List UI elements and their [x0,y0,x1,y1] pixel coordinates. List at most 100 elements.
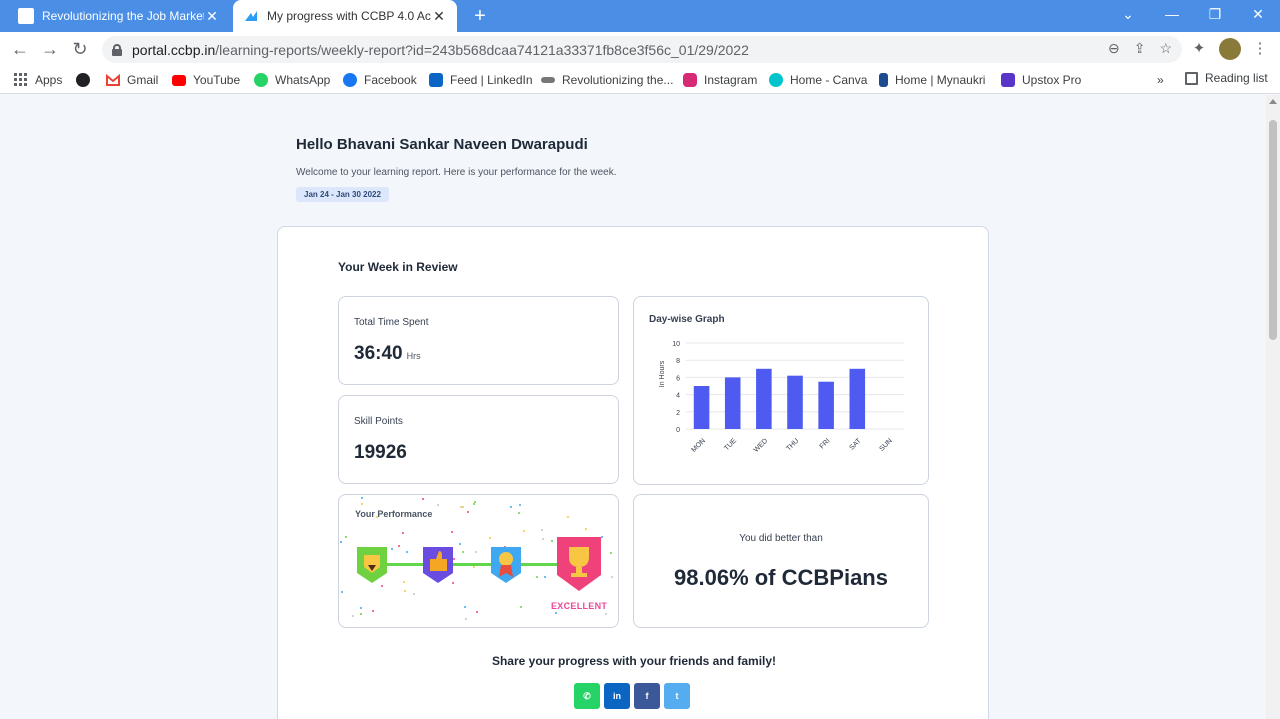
scroll-up-arrow-icon[interactable] [1269,99,1277,104]
bookmark-revolutionizing[interactable]: Revolutionizing the... [541,71,673,89]
scrollbar-thumb[interactable] [1269,120,1277,340]
day-wise-bar-chart: 0 2 4 6 8 10 In Hours MON TUE WED THU FRI SAT SUN [659,341,904,454]
confetti-dot [473,503,475,505]
close-icon[interactable]: ✕ [431,8,447,25]
extensions-puzzle-icon[interactable]: ✦ [1188,38,1210,60]
bookmark-canva[interactable]: Home - Canva [769,71,867,89]
confetti-dot [536,576,538,578]
reading-list-button[interactable]: Reading list [1185,71,1268,85]
confetti-dot [465,618,467,620]
confetti-dot [464,606,466,608]
url-text[interactable]: portal.ccbp.in/learning-reports/weekly-r… [132,42,749,58]
y-tick-label: 4 [676,393,680,400]
y-tick-label: 8 [676,358,680,365]
whatsapp-icon: ✆ [583,691,591,701]
better-than-card: You did better than 98.06% of CCBPians [633,494,929,628]
page-scrollbar[interactable] [1266,95,1280,719]
confetti-dot [523,530,525,532]
minimize-button[interactable]: — [1150,0,1194,28]
confetti-dot [345,536,347,538]
share-twitter-button[interactable]: t [664,683,690,709]
bookmark-label: Gmail [127,73,159,87]
greeting-heading: Hello Bhavani Sankar Naveen Dwarapudi [296,136,588,153]
weekly-report-card: Your Week in Review Total Time Spent 36:… [277,226,989,719]
performance-title: Your Performance [355,509,433,519]
total-time-value: 36:40 Hrs [354,343,421,365]
share-icon[interactable]: ⇪ [1134,40,1146,57]
performance-card: Your Performance EXCELLENT [338,494,619,628]
bookmark-label: Feed | LinkedIn [450,73,533,87]
bar-fri [818,381,834,429]
tab-title: My progress with CCBP 4.0 Acad [267,9,431,23]
bookmark-instagram[interactable]: Instagram [683,71,757,89]
week-review-title: Your Week in Review [338,260,458,274]
confetti-dot [360,613,362,615]
close-window-button[interactable]: ✕ [1236,0,1280,28]
confetti-dot [459,543,461,545]
date-range-badge: Jan 24 - Jan 30 2022 [296,187,389,202]
bookmark-star-icon[interactable]: ☆ [1159,40,1172,57]
new-tab-button[interactable]: + [468,4,492,28]
address-bar[interactable]: portal.ccbp.in/learning-reports/weekly-r… [102,36,1182,63]
close-icon[interactable]: ✕ [204,8,220,25]
confetti-dot [413,593,415,595]
bookmark-linkedin[interactable]: Feed | LinkedIn [429,71,533,89]
reload-button[interactable]: ↻ [68,37,92,61]
facebook-icon: f [645,691,649,701]
url-host: portal.ccbp.in [132,41,216,58]
tab-search-icon[interactable]: ⌄ [1106,0,1150,28]
bookmark-label: YouTube [193,73,241,87]
nxtwave-icon [541,77,555,83]
x-tick-label: SAT [848,437,863,452]
share-facebook-button[interactable]: f [634,683,660,709]
confetti-dot [489,537,491,539]
canva-icon [769,73,783,87]
bookmark-gmail[interactable]: Gmail [106,71,158,89]
whatsapp-icon [254,73,268,87]
tab-revolutionizing[interactable]: Revolutionizing the Job Market | ✕ [8,0,230,32]
medal-badge-icon [489,545,523,590]
bookmark-label: Home - Canva [790,73,868,87]
confetti-dot [605,613,607,615]
confetti-dot [542,538,544,540]
trophy-badge-icon [555,535,603,598]
apps-grid-icon [14,73,28,87]
forward-button[interactable]: → [38,37,62,61]
share-whatsapp-button[interactable]: ✆ [574,683,600,709]
nxtwave-icon [18,8,34,24]
share-linkedin-button[interactable]: in [604,683,630,709]
bookmark-mynaukri[interactable]: Home | Mynaukri [879,71,985,89]
graph-title: Day-wise Graph [649,314,725,325]
confetti-dot [518,512,520,514]
zoom-icon[interactable]: ⊖ [1108,40,1120,57]
confetti-dot [585,528,587,530]
menu-kebab-icon[interactable]: ⋮ [1249,38,1271,60]
confetti-dot [360,607,362,609]
x-tick-label: WED [753,437,770,454]
confetti-dot [611,576,613,578]
youtube-icon [172,74,186,86]
bookmark-whatsapp[interactable]: WhatsApp [254,71,330,89]
bookmark-apps[interactable]: Apps [14,71,62,89]
bookmark-upstox[interactable]: Upstox Pro [1001,71,1081,89]
bookmark-globe[interactable] [76,71,97,89]
y-tick-label: 0 [676,427,680,434]
back-button[interactable]: ← [8,37,32,61]
confetti-dot [451,531,453,533]
confetti-dot [398,545,400,547]
day-wise-graph-card: Day-wise Graph 0 2 4 6 8 10 In Hours MON TUE WED T… [633,296,929,485]
bar-sat [849,368,866,429]
avatar[interactable] [1219,38,1241,60]
linkedin-icon: in [613,691,621,701]
bookmark-youtube[interactable]: YouTube [172,71,240,89]
bookmarks-overflow-button[interactable]: » [1157,71,1164,89]
confetti-dot [551,540,553,542]
reading-list-icon [1185,71,1198,85]
tab-ccbp-progress[interactable]: My progress with CCBP 4.0 Acad ✕ [233,0,457,32]
bookmark-facebook[interactable]: Facebook [343,71,417,89]
lock-icon[interactable] [112,43,122,56]
ccbp-icon [243,8,259,24]
total-time-card: Total Time Spent 36:40 Hrs [338,296,619,385]
bookmark-label: Instagram [704,73,758,87]
restore-button[interactable]: ❐ [1193,0,1237,28]
